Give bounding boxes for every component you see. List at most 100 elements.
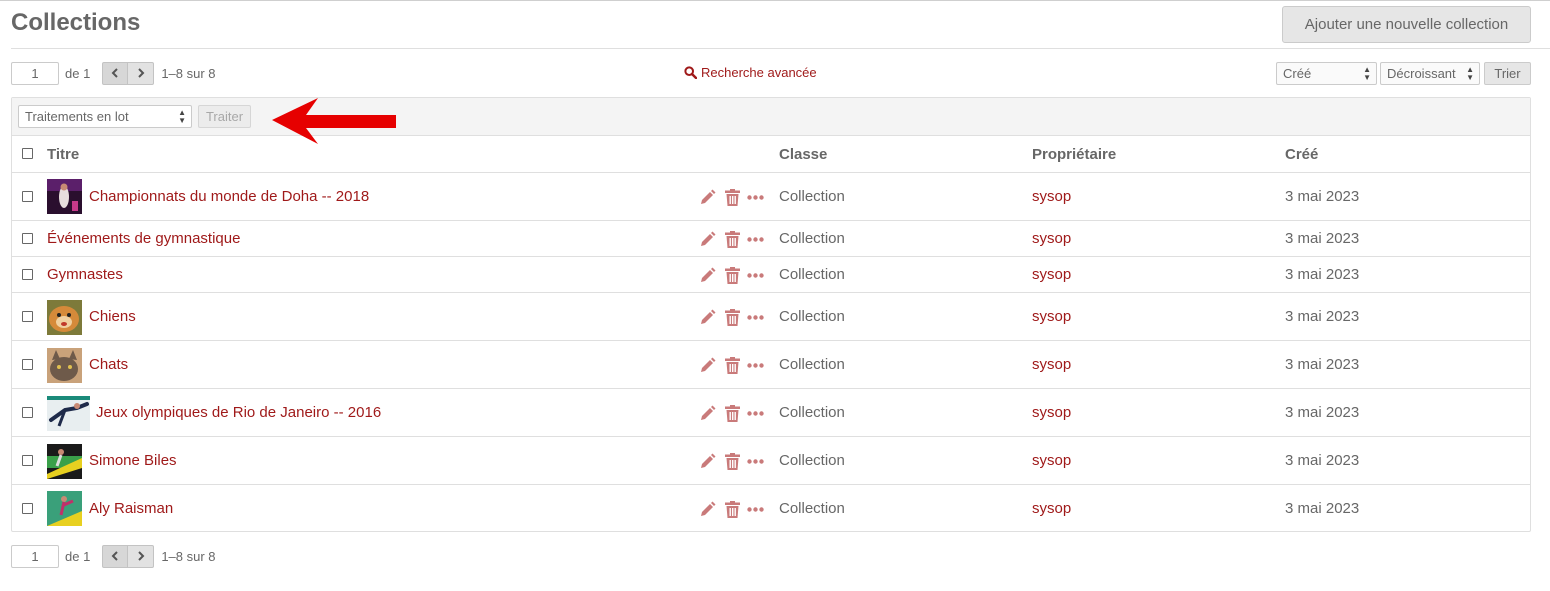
collection-title-link[interactable]: Événements de gymnastique bbox=[47, 230, 240, 247]
more-options-icon[interactable] bbox=[747, 363, 764, 368]
advanced-search-link[interactable]: Recherche avancée bbox=[684, 65, 817, 80]
previous-page-button[interactable] bbox=[102, 544, 129, 568]
row-owner-link[interactable]: sysop bbox=[1032, 188, 1071, 205]
table-row: Championnats du monde de Doha -- 2018 Co… bbox=[12, 173, 1530, 221]
row-checkbox[interactable] bbox=[22, 407, 33, 418]
add-collection-button[interactable]: Ajouter une nouvelle collection bbox=[1282, 6, 1531, 43]
row-class: Collection bbox=[779, 500, 845, 517]
row-actions bbox=[699, 357, 764, 374]
row-checkbox[interactable] bbox=[22, 359, 33, 370]
row-owner-link[interactable]: sysop bbox=[1032, 356, 1071, 373]
delete-trash-icon[interactable] bbox=[725, 405, 740, 422]
batch-process-button[interactable]: Traiter bbox=[198, 105, 251, 128]
table-header-row: Titre Classe Propriétaire Créé bbox=[12, 136, 1530, 173]
edit-pencil-icon[interactable] bbox=[699, 405, 716, 422]
row-owner-link[interactable]: sysop bbox=[1032, 266, 1071, 283]
table-row: Jeux olympiques de Rio de Janeiro -- 201… bbox=[12, 389, 1530, 437]
row-created: 3 mai 2023 bbox=[1285, 266, 1360, 283]
select-all-checkbox[interactable] bbox=[22, 148, 33, 159]
table-row: Aly Raisman Collection sysop 3 mai 2023 bbox=[12, 485, 1530, 531]
more-options-icon[interactable] bbox=[747, 195, 764, 200]
page-number-input[interactable] bbox=[11, 61, 59, 85]
edit-pencil-icon[interactable] bbox=[699, 453, 716, 470]
search-icon bbox=[684, 66, 697, 79]
edit-pencil-icon[interactable] bbox=[699, 501, 716, 518]
more-options-icon[interactable] bbox=[747, 459, 764, 464]
collection-title-link[interactable]: Gymnastes bbox=[47, 266, 123, 283]
more-options-icon[interactable] bbox=[747, 507, 764, 512]
edit-pencil-icon[interactable] bbox=[699, 231, 716, 248]
edit-pencil-icon[interactable] bbox=[699, 309, 716, 326]
row-class: Collection bbox=[779, 188, 845, 205]
previous-page-button[interactable] bbox=[102, 61, 129, 85]
collection-thumbnail[interactable] bbox=[47, 179, 82, 214]
row-owner-link[interactable]: sysop bbox=[1032, 230, 1071, 247]
row-checkbox[interactable] bbox=[22, 503, 33, 514]
page-nav bbox=[102, 544, 155, 568]
row-actions bbox=[699, 267, 764, 284]
more-options-icon[interactable] bbox=[747, 411, 764, 416]
collection-thumbnail[interactable] bbox=[47, 491, 82, 526]
collection-thumbnail[interactable] bbox=[47, 348, 82, 383]
row-created: 3 mai 2023 bbox=[1285, 188, 1360, 205]
table-row: Simone Biles Collection sysop 3 mai 2023 bbox=[12, 437, 1530, 485]
row-owner-link[interactable]: sysop bbox=[1032, 308, 1071, 325]
row-class: Collection bbox=[779, 452, 845, 469]
more-options-icon[interactable] bbox=[747, 237, 764, 242]
more-options-icon[interactable] bbox=[747, 315, 764, 320]
collection-title-link[interactable]: Chats bbox=[89, 356, 128, 373]
chevron-right-icon bbox=[138, 68, 145, 78]
row-owner-link[interactable]: sysop bbox=[1032, 452, 1071, 469]
collection-title-link[interactable]: Simone Biles bbox=[89, 452, 177, 469]
delete-trash-icon[interactable] bbox=[725, 357, 740, 374]
delete-trash-icon[interactable] bbox=[725, 309, 740, 326]
collection-title-link[interactable]: Jeux olympiques de Rio de Janeiro -- 201… bbox=[96, 404, 381, 421]
collection-thumbnail[interactable] bbox=[47, 444, 82, 479]
batch-actions-bar: Traitements en lot ▲ ▼ Traiter bbox=[12, 98, 1530, 144]
sort-button[interactable]: Trier bbox=[1484, 62, 1531, 85]
delete-trash-icon[interactable] bbox=[725, 231, 740, 248]
sort-by-select[interactable]: Créé ▲ ▼ bbox=[1276, 62, 1377, 85]
delete-trash-icon[interactable] bbox=[725, 189, 740, 206]
table-row: Chats Collection sysop 3 mai 2023 bbox=[12, 341, 1530, 389]
row-actions bbox=[699, 453, 764, 470]
next-page-button[interactable] bbox=[128, 61, 155, 85]
select-arrows-icon: ▲ ▼ bbox=[1363, 65, 1371, 82]
row-checkbox[interactable] bbox=[22, 233, 33, 244]
collection-title-link[interactable]: Championnats du monde de Doha -- 2018 bbox=[89, 188, 369, 205]
next-page-button[interactable] bbox=[128, 544, 155, 568]
collection-title-link[interactable]: Aly Raisman bbox=[89, 500, 173, 517]
edit-pencil-icon[interactable] bbox=[699, 189, 716, 206]
edit-pencil-icon[interactable] bbox=[699, 267, 716, 284]
row-created: 3 mai 2023 bbox=[1285, 356, 1360, 373]
column-header-title: Titre bbox=[47, 146, 80, 163]
batch-actions-select[interactable]: Traitements en lot ▲ ▼ bbox=[18, 105, 192, 128]
edit-pencil-icon[interactable] bbox=[699, 357, 716, 374]
row-owner-link[interactable]: sysop bbox=[1032, 500, 1071, 517]
collection-title-link[interactable]: Chiens bbox=[89, 308, 136, 325]
delete-trash-icon[interactable] bbox=[725, 501, 740, 518]
sort-order-select[interactable]: Décroissant ▲ ▼ bbox=[1380, 62, 1480, 85]
row-actions bbox=[699, 501, 764, 518]
more-options-icon[interactable] bbox=[747, 273, 764, 278]
table-row: Événements de gymnastique Collection sys… bbox=[12, 221, 1530, 257]
result-range-label: 1–8 sur 8 bbox=[161, 548, 216, 564]
row-checkbox[interactable] bbox=[22, 455, 33, 466]
sort-order-value: Décroissant bbox=[1387, 66, 1456, 81]
page-count-label: de 1 bbox=[65, 548, 91, 564]
row-checkbox[interactable] bbox=[22, 311, 33, 322]
collection-thumbnail[interactable] bbox=[47, 396, 90, 431]
delete-trash-icon[interactable] bbox=[725, 267, 740, 284]
select-arrows-icon: ▲ ▼ bbox=[178, 108, 186, 125]
page-number-input[interactable] bbox=[11, 544, 59, 568]
row-checkbox[interactable] bbox=[22, 191, 33, 202]
table-row: Gymnastes Collection sysop 3 mai 2023 bbox=[12, 257, 1530, 293]
delete-trash-icon[interactable] bbox=[725, 453, 740, 470]
sort-by-value: Créé bbox=[1283, 66, 1312, 81]
row-owner-link[interactable]: sysop bbox=[1032, 404, 1071, 421]
row-actions bbox=[699, 231, 764, 248]
collection-thumbnail[interactable] bbox=[47, 300, 82, 335]
row-checkbox[interactable] bbox=[22, 269, 33, 280]
chevron-right-icon bbox=[138, 551, 145, 561]
column-header-owner: Propriétaire bbox=[1032, 146, 1117, 163]
